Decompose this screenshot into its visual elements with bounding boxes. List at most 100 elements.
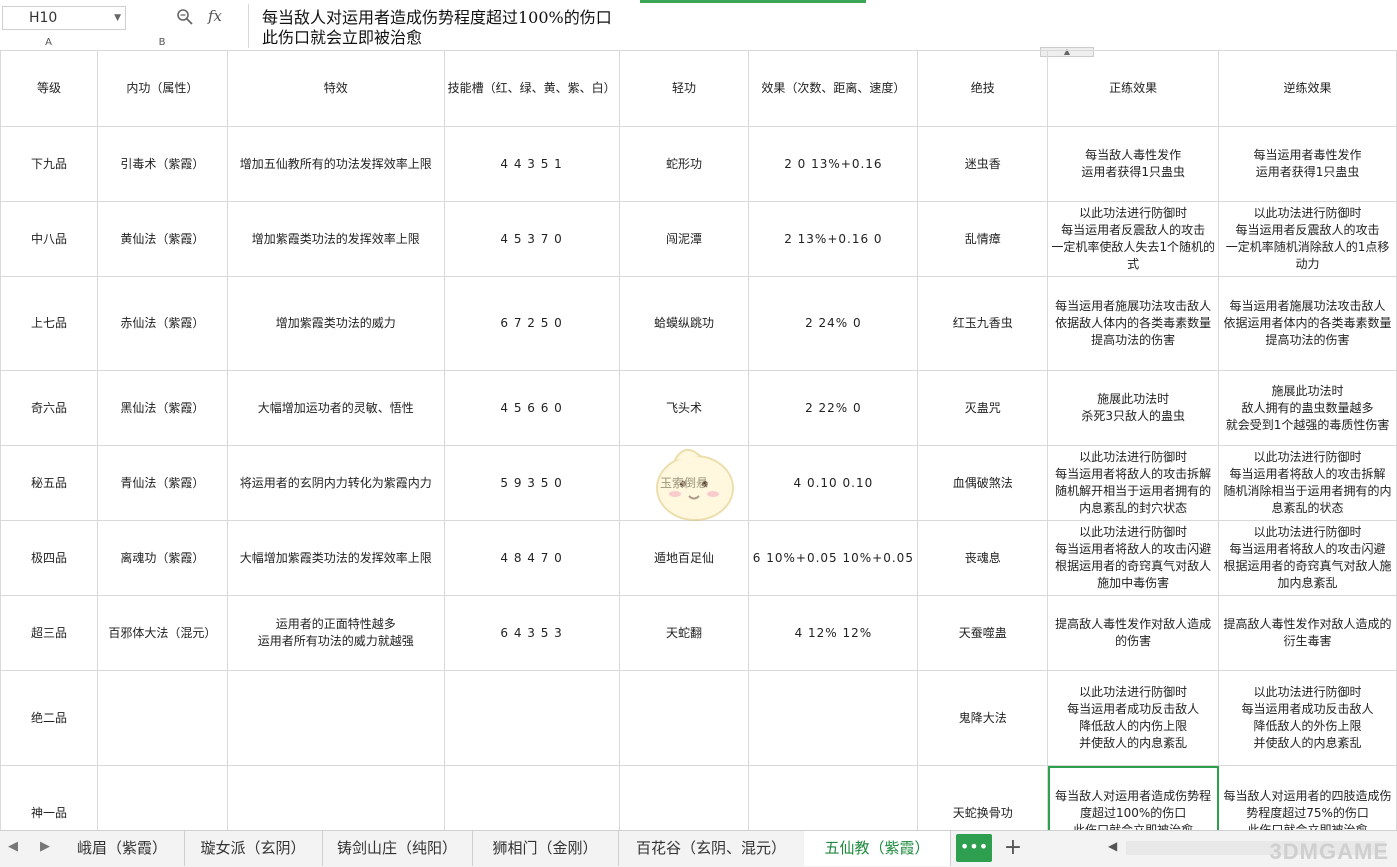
cell-ultimate[interactable]: 天蛇换骨功 <box>917 765 1049 830</box>
cell-level[interactable]: 神一品 <box>0 765 98 830</box>
name-box[interactable]: H10 ▼ <box>2 6 126 30</box>
cell-effect[interactable] <box>226 670 445 766</box>
header-cell-neigong[interactable]: 内功（属性） <box>96 50 228 127</box>
cell-level[interactable]: 中八品 <box>0 201 98 277</box>
cell-level[interactable]: 上七品 <box>0 276 98 371</box>
cell-effect[interactable]: 增加五仙教所有的功法发挥效率上限 <box>226 126 445 202</box>
cell-qinggong-effect[interactable]: 6 10%+0.05 10%+0.05 <box>748 520 919 596</box>
cell-effect[interactable]: 运用者的正面特性越多 运用者所有功法的威力就越强 <box>226 595 445 671</box>
cell-reverse-effect[interactable]: 以此功法进行防御时 每当运用者成功反击敌人 降低敌人的外伤上限 并使敌人的内息紊… <box>1218 670 1397 766</box>
cell-level[interactable]: 极四品 <box>0 520 98 596</box>
cell-effect[interactable]: 大幅增加紫霞类功法的发挥效率上限 <box>226 520 445 596</box>
cell-effect[interactable]: 增加紫霞类功法的发挥效率上限 <box>226 201 445 277</box>
cell-effect[interactable]: 将运用者的玄阴内力转化为紫霞内力 <box>226 445 445 521</box>
cell-qinggong-effect[interactable]: 2 24% 0 <box>748 276 919 371</box>
cell-neigong[interactable] <box>96 765 228 830</box>
cell-reverse-effect[interactable]: 以此功法进行防御时 每当运用者将敌人的攻击拆解 随机消除相当于运用者拥有的内息紊… <box>1218 445 1397 521</box>
tab-scroll-left-icon[interactable]: ◀ <box>8 839 18 854</box>
cell-forward-effect[interactable]: 施展此功法时 杀死3只敌人的蛊虫 <box>1047 370 1220 446</box>
function-icon[interactable]: fx <box>208 7 222 25</box>
cell-neigong[interactable]: 赤仙法（紫霞） <box>96 276 228 371</box>
cell-level[interactable]: 绝二品 <box>0 670 98 766</box>
cell-level[interactable]: 秘五品 <box>0 445 98 521</box>
cell-qinggong[interactable]: 蛤蟆纵跳功 <box>618 276 750 371</box>
header-cell-effect[interactable]: 特效 <box>226 50 445 127</box>
cell-skill-slots[interactable]: 4 4 3 5 1 <box>443 126 620 202</box>
cell-reverse-effect[interactable]: 每当运用者施展功法攻击敌人 依据运用者体内的各类毒素数量提高功法的伤害 <box>1218 276 1397 371</box>
header-cell-ultimate[interactable]: 绝技 <box>917 50 1049 127</box>
cell-ultimate[interactable]: 红玉九香虫 <box>917 276 1049 371</box>
cell-qinggong[interactable]: 闯泥潭 <box>618 201 750 277</box>
cell-skill-slots[interactable]: 4 8 4 7 0 <box>443 520 620 596</box>
cell-skill-slots[interactable]: 5 9 3 5 0 <box>443 445 620 521</box>
cell-forward-effect[interactable]: 以此功法进行防御时 每当运用者将敌人的攻击拆解 随机解开相当于运用者拥有的内息紊… <box>1047 445 1220 521</box>
cell-neigong[interactable] <box>96 670 228 766</box>
header-cell-level[interactable]: 等级 <box>0 50 98 127</box>
cell-qinggong-effect[interactable] <box>748 670 919 766</box>
cell-qinggong-effect[interactable]: 2 13%+0.16 0 <box>748 201 919 277</box>
cell-effect[interactable]: 大幅增加运功者的灵敏、悟性 <box>226 370 445 446</box>
cell-skill-slots[interactable]: 6 4 3 5 3 <box>443 595 620 671</box>
sheet-tab-xuannu[interactable]: 璇女派（玄阴） <box>184 831 323 866</box>
cell-neigong[interactable]: 引毒术（紫霞） <box>96 126 228 202</box>
cell-skill-slots[interactable] <box>443 670 620 766</box>
cell-forward-effect[interactable]: 每当运用者施展功法攻击敌人 依据敌人体内的各类毒素数量提高功法的伤害 <box>1047 276 1220 371</box>
cell-qinggong[interactable]: 遁地百足仙 <box>618 520 750 596</box>
column-header-a[interactable]: A <box>0 36 97 50</box>
add-sheet-button[interactable]: + <box>1000 833 1026 863</box>
cell-ultimate[interactable]: 丧魂息 <box>917 520 1049 596</box>
cell-neigong[interactable]: 百邪体大法（混元） <box>96 595 228 671</box>
cell-ultimate[interactable]: 迷虫香 <box>917 126 1049 202</box>
cell-level[interactable]: 下九品 <box>0 126 98 202</box>
sheet-tab-emei[interactable]: 峨眉（紫霞） <box>60 831 185 866</box>
cell-level[interactable]: 超三品 <box>0 595 98 671</box>
cell-forward-effect[interactable]: 以此功法进行防御时 每当运用者成功反击敌人 降低敌人的内伤上限 并使敌人的内息紊… <box>1047 670 1220 766</box>
cell-reverse-effect[interactable]: 每当敌人对运用者的四肢造成伤势程度超过75%的伤口 此伤口就会立即被治愈 <box>1218 765 1397 830</box>
cell-ultimate[interactable]: 灭蛊咒 <box>917 370 1049 446</box>
header-cell-qinggong-effect[interactable]: 效果（次数、距离、速度） <box>748 50 919 127</box>
cell-neigong[interactable]: 黄仙法（紫霞） <box>96 201 228 277</box>
cell-qinggong-effect[interactable]: 2 22% 0 <box>748 370 919 446</box>
cell-qinggong[interactable]: 飞头术 <box>618 370 750 446</box>
cell-neigong[interactable]: 黑仙法（紫霞） <box>96 370 228 446</box>
cell-qinggong[interactable]: 天蛇翻 <box>618 595 750 671</box>
chevron-down-icon[interactable]: ▼ <box>114 7 121 29</box>
cell-skill-slots[interactable]: 6 7 2 5 0 <box>443 276 620 371</box>
header-cell-reverse-effect[interactable]: 逆练效果 <box>1218 50 1397 127</box>
cell-forward-effect[interactable]: 以此功法进行防御时 每当运用者将敌人的攻击闪避 根据运用者的奇窍真气对敌人施加中… <box>1047 520 1220 596</box>
cell-qinggong[interactable] <box>618 670 750 766</box>
cell-qinggong-effect[interactable]: 4 12% 12% <box>748 595 919 671</box>
cell-skill-slots[interactable]: 4 5 6 6 0 <box>443 370 620 446</box>
cell-qinggong-effect[interactable]: 4 0.10 0.10 <box>748 445 919 521</box>
sheet-tab-wuxian[interactable]: 五仙教（紫霞） <box>804 831 951 866</box>
column-header-b[interactable]: B <box>97 36 227 50</box>
cell-ultimate[interactable]: 天蚕噬蛊 <box>917 595 1049 671</box>
more-sheets-button[interactable]: ••• <box>956 834 992 862</box>
cell-qinggong[interactable]: 蛇形功 <box>618 126 750 202</box>
sheet-tab-baihua[interactable]: 百花谷（玄阴、混元） <box>618 831 805 866</box>
cell-forward-effect[interactable]: 每当敌人对运用者造成伤势程度超过100%的伤口 此伤口就会立即被治愈 <box>1047 765 1220 830</box>
tab-scroll-right-icon[interactable]: ▶ <box>40 839 50 854</box>
cell-skill-slots[interactable] <box>443 765 620 830</box>
cell-ultimate[interactable]: 血偶破煞法 <box>917 445 1049 521</box>
cell-level[interactable]: 奇六品 <box>0 370 98 446</box>
hscroll-left-icon[interactable]: ◀ <box>1108 839 1117 853</box>
cell-neigong[interactable]: 离魂功（紫霞） <box>96 520 228 596</box>
sheet-tab-shixiang[interactable]: 狮相门（金刚） <box>472 831 619 866</box>
cell-qinggong-effect[interactable]: 2 0 13%+0.16 <box>748 126 919 202</box>
cell-qinggong[interactable] <box>618 765 750 830</box>
zoom-icon[interactable] <box>176 8 194 26</box>
cell-reverse-effect[interactable]: 提高敌人毒性发作对敌人造成的衍生毒害 <box>1218 595 1397 671</box>
cell-ultimate[interactable]: 乱情瘴 <box>917 201 1049 277</box>
cell-reverse-effect[interactable]: 以此功法进行防御时 每当运用者将敌人的攻击闪避 根据运用者的奇窍真气对敌人施加内… <box>1218 520 1397 596</box>
cell-reverse-effect[interactable]: 以此功法进行防御时 每当运用者反震敌人的攻击 一定机率随机消除敌人的1点移动力 <box>1218 201 1397 277</box>
cell-skill-slots[interactable]: 4 5 3 7 0 <box>443 201 620 277</box>
header-cell-forward-effect[interactable]: 正练效果 <box>1047 50 1220 127</box>
header-cell-skill-slots[interactable]: 技能槽（红、绿、黄、紫、白） <box>443 50 620 127</box>
cell-ultimate[interactable]: 鬼降大法 <box>917 670 1049 766</box>
sheet-tab-zhujian[interactable]: 铸剑山庄（纯阳） <box>322 831 473 866</box>
cell-qinggong-effect[interactable] <box>748 765 919 830</box>
cell-reverse-effect[interactable]: 施展此功法时 敌人拥有的蛊虫数量越多 就会受到1个越强的毒质性伤害 <box>1218 370 1397 446</box>
cell-forward-effect[interactable]: 以此功法进行防御时 每当运用者反震敌人的攻击 一定机率使敌人失去1个随机的式 <box>1047 201 1220 277</box>
header-cell-qinggong[interactable]: 轻功 <box>618 50 750 127</box>
